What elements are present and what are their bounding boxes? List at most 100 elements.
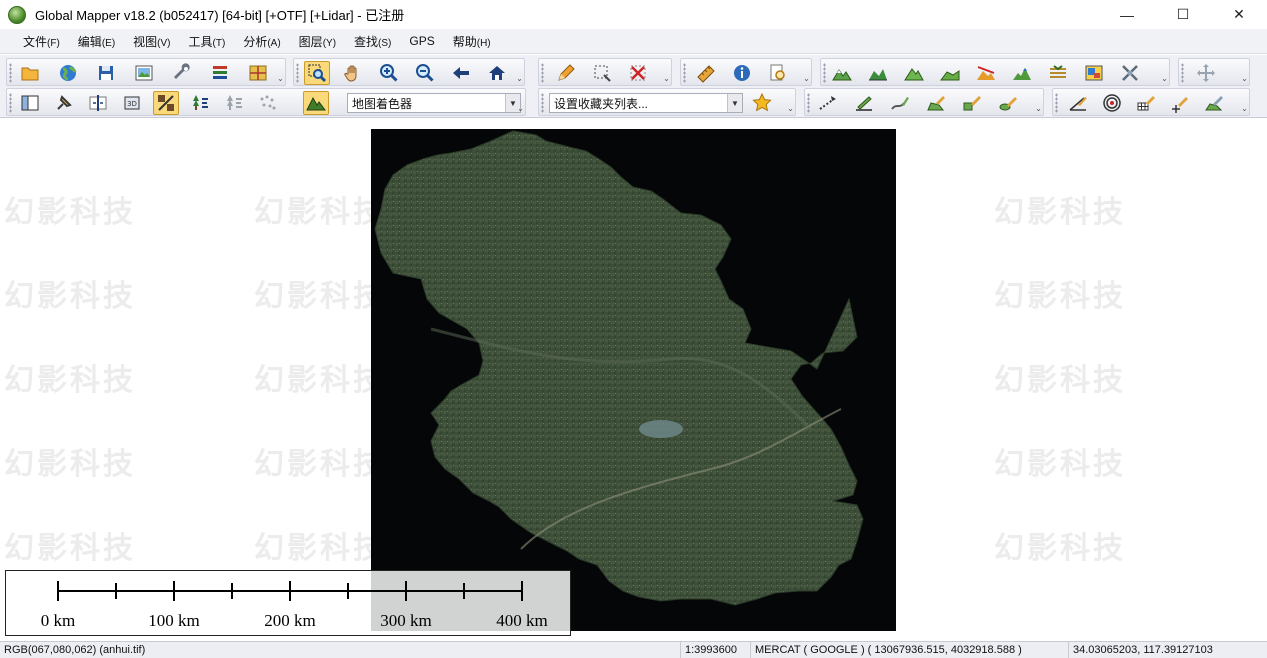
zoom-tool-button[interactable]	[304, 61, 330, 85]
draw-circle-button[interactable]	[995, 91, 1021, 115]
open-folder-button[interactable]	[17, 61, 43, 85]
menu-layer-accel: (Y)	[322, 37, 337, 49]
shading-toggle-button[interactable]	[153, 91, 179, 115]
feature-info-button[interactable]	[729, 61, 755, 85]
map-layout-button[interactable]	[245, 61, 271, 85]
close-button[interactable]: ✕	[1211, 0, 1267, 29]
control-center-button[interactable]	[17, 91, 43, 115]
overlay-control-center-button[interactable]	[207, 61, 233, 85]
draw-curve-button[interactable]	[887, 91, 913, 115]
shader-select[interactable]: 地图着色器 ▼	[347, 93, 521, 113]
configure-button[interactable]	[169, 61, 195, 85]
map-view[interactable]: 幻影科技 幻影科技 幻影科技 幻影科技 幻影科技 幻影科技 幻影科技 幻影科技 …	[0, 119, 1267, 641]
menu-search[interactable]: 查找(S)	[345, 33, 400, 50]
menu-help[interactable]: 帮助(H)	[444, 33, 500, 50]
path-profile-button[interactable]	[765, 61, 791, 85]
toolbar-overflow-icon[interactable]: ⌄	[277, 75, 284, 83]
toolbar-grip[interactable]	[683, 63, 686, 83]
toolbar-grip[interactable]	[296, 63, 299, 83]
bookmark-select[interactable]: 设置收藏夹列表... ▼	[549, 93, 743, 113]
split-view-button[interactable]	[85, 91, 111, 115]
toolbar-overflow-icon[interactable]: ⌄	[1241, 75, 1248, 83]
menu-tools[interactable]: 工具(T)	[180, 33, 235, 50]
toolbar-overflow-icon[interactable]: ⌄	[663, 75, 670, 83]
edit-area-button[interactable]	[1201, 91, 1227, 115]
chevron-down-icon[interactable]: ▼	[727, 94, 742, 112]
home-icon	[489, 66, 505, 80]
draw-polyline-button[interactable]	[851, 91, 877, 115]
menu-analysis[interactable]: 分析(A)	[234, 33, 289, 50]
raster-calculator-button[interactable]	[1081, 61, 1107, 85]
drawing-toolbar: ⌄	[804, 88, 1044, 116]
zoom-in-button[interactable]	[376, 61, 402, 85]
save-button[interactable]	[93, 61, 119, 85]
elevation-shader-button-2[interactable]	[865, 61, 891, 85]
menu-layer[interactable]: 图层(Y)	[290, 33, 345, 50]
watermark-text: 幻影科技	[994, 447, 1126, 482]
toolbar-grip[interactable]	[823, 63, 826, 83]
view-shed-button[interactable]	[901, 61, 927, 85]
3d-toolbar: ⌄	[1178, 58, 1250, 86]
toolbar-overflow-icon[interactable]: ⌄	[517, 105, 524, 113]
line-of-sight-button[interactable]	[973, 61, 999, 85]
ruler-icon	[697, 65, 715, 83]
toolbar-grip[interactable]	[1055, 93, 1058, 113]
snap-vertex-button[interactable]	[1167, 91, 1193, 115]
shader-button[interactable]	[303, 91, 329, 115]
menu-view[interactable]: 视图(V)	[124, 33, 179, 50]
toolbar-grip[interactable]	[541, 93, 544, 113]
toolbar-grip[interactable]	[541, 63, 544, 83]
draw-rectangle-button[interactable]	[959, 91, 985, 115]
select-area-button[interactable]	[589, 61, 615, 85]
3d-view-button[interactable]: 3D	[119, 91, 145, 115]
toolbar-grip[interactable]	[9, 63, 12, 83]
pan-tool-button[interactable]	[340, 61, 366, 85]
slope-measure-button[interactable]	[1065, 91, 1091, 115]
contour-button[interactable]	[1009, 61, 1035, 85]
toolbar-grip[interactable]	[9, 93, 12, 113]
add-bookmark-button[interactable]	[749, 91, 775, 115]
point-cloud-icon	[260, 95, 276, 110]
watershed-button[interactable]	[937, 61, 963, 85]
draw-area-button[interactable]	[923, 91, 949, 115]
move-feature-button[interactable]	[1193, 61, 1219, 85]
maximize-button[interactable]: ☐	[1155, 0, 1211, 29]
export-image-button[interactable]	[131, 61, 157, 85]
cut-fill-button[interactable]	[1045, 61, 1071, 85]
lidar-filter-button[interactable]	[187, 91, 213, 115]
watermark-text: 幻影科技	[994, 195, 1126, 230]
toolbar-row-1: ⌄ ⌄ ⌄ ⌄ ⌄ ⌄	[0, 57, 1267, 87]
lidar-class-button[interactable]	[221, 91, 247, 115]
delete-selection-button[interactable]	[625, 61, 651, 85]
watermark-text: 幻影科技	[4, 279, 136, 314]
range-ring-button[interactable]	[1099, 91, 1125, 115]
toolbar-grip[interactable]	[1181, 63, 1184, 83]
draw-line-button[interactable]	[815, 91, 841, 115]
open-online-data-button[interactable]	[55, 61, 81, 85]
pin-button[interactable]	[51, 91, 77, 115]
toolbar-overflow-icon[interactable]: ⌄	[516, 75, 523, 83]
elevation-shader-button-1[interactable]	[829, 61, 855, 85]
menu-gps[interactable]: GPS	[400, 34, 443, 48]
measure-button[interactable]	[693, 61, 719, 85]
back-button[interactable]	[448, 61, 474, 85]
grid-create-button[interactable]	[1133, 91, 1159, 115]
full-view-button[interactable]	[484, 61, 510, 85]
minimize-button[interactable]: —	[1099, 0, 1155, 29]
toolbar-overflow-icon[interactable]: ⌄	[1161, 75, 1168, 83]
toolbar-grip[interactable]	[807, 93, 810, 113]
toolbar-overflow-icon[interactable]: ⌄	[803, 75, 810, 83]
area-pen-icon	[927, 96, 945, 111]
menu-file[interactable]: 文件(F)	[14, 33, 69, 50]
satellite-raster[interactable]	[371, 129, 896, 631]
toolbar-overflow-icon[interactable]: ⌄	[1241, 105, 1248, 113]
status-latlon: 34.03065203, 117.39127103	[1068, 642, 1267, 658]
toolbar-overflow-icon[interactable]: ⌄	[1035, 105, 1042, 113]
menu-edit[interactable]: 编辑(E)	[69, 33, 124, 50]
digitizer-button[interactable]	[553, 61, 579, 85]
watermark-text: 幻影科技	[254, 531, 386, 566]
lidar-points-button[interactable]	[255, 91, 281, 115]
gps-tracking-button[interactable]	[1117, 61, 1143, 85]
toolbar-overflow-icon[interactable]: ⌄	[787, 105, 794, 113]
zoom-out-button[interactable]	[412, 61, 438, 85]
